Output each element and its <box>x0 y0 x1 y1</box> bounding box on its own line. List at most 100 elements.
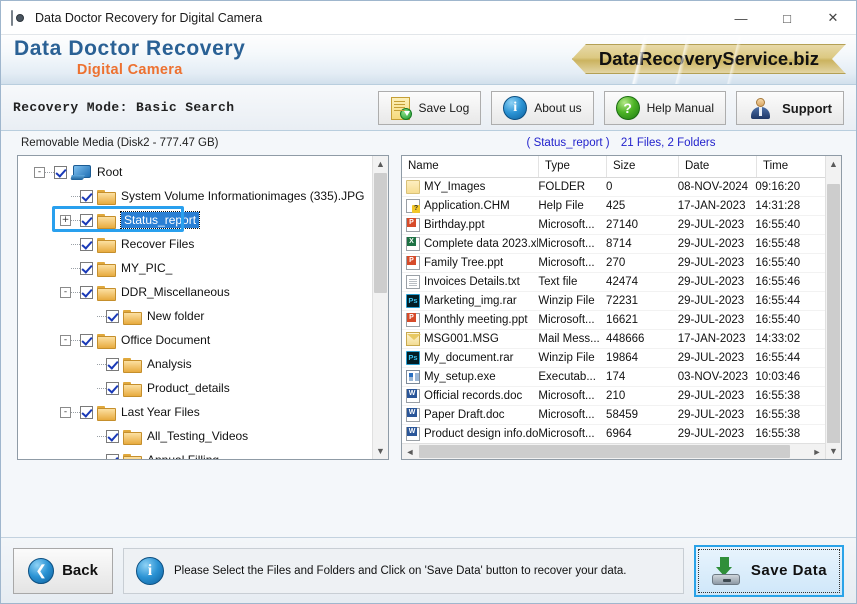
file-time: 16:55:44 <box>755 295 801 307</box>
file-name: MY_Images <box>424 181 486 193</box>
file-type: Executab... <box>538 371 596 383</box>
file-date: 29-JUL-2023 <box>677 276 745 288</box>
file-row[interactable]: Family Tree.ppt Microsoft... 270 29-JUL-202… <box>402 254 825 273</box>
minimize-button[interactable]: — <box>718 1 764 35</box>
file-row[interactable]: MY_Images FOLDER 0 08-NOV-2024 09:16:20 <box>402 178 825 197</box>
list-hscroll-thumb[interactable] <box>419 445 790 458</box>
tree-scroll-thumb[interactable] <box>374 173 387 293</box>
tree-item-checkbox[interactable] <box>106 453 119 459</box>
close-button[interactable]: ✕ <box>810 1 856 35</box>
folder-icon <box>97 405 116 421</box>
file-row[interactable]: MSG001.MSG Mail Mess... 448666 17-JAN-2023 1… <box>402 330 825 349</box>
list-scroll-thumb[interactable] <box>827 184 840 452</box>
tree-expand-toggle[interactable]: - <box>34 166 45 178</box>
list-scroll-down-arrow[interactable]: ▼ <box>826 443 841 459</box>
tree-expand-toggle[interactable]: + <box>60 214 71 226</box>
tree-item-label: Annual Filling <box>147 453 219 459</box>
tree-item-checkbox[interactable] <box>106 309 119 323</box>
tree-item-checkbox[interactable] <box>80 237 93 251</box>
column-header-name[interactable]: Name <box>402 156 539 177</box>
tree-item[interactable]: - Root <box>18 160 372 184</box>
tree-item-checkbox[interactable] <box>80 405 93 419</box>
column-header-size[interactable]: Size <box>607 156 679 177</box>
save-data-button[interactable]: Save Data <box>694 544 844 597</box>
file-size: 42474 <box>606 276 639 288</box>
file-row[interactable]: Application.CHM Help File 425 17-JAN-2023 14… <box>402 197 825 216</box>
tree-item[interactable]: - DDR_Miscellaneous <box>18 280 372 304</box>
tree-toggle-placeholder <box>86 383 97 394</box>
list-horizontal-scrollbar[interactable]: ◄ ► <box>402 443 825 459</box>
column-header-date[interactable]: Date <box>679 156 757 177</box>
website-ribbon[interactable]: DataRecoveryService.biz <box>572 44 846 74</box>
tree-vertical-scrollbar[interactable]: ▲ ▼ <box>372 156 388 459</box>
file-row[interactable]: Paper Draft.doc Microsoft... 58459 29-JUL-2… <box>402 406 825 425</box>
tree-item-checkbox[interactable] <box>80 213 93 227</box>
tree-item[interactable]: Product_details <box>18 376 372 400</box>
list-vertical-scrollbar[interactable]: ▲ ▼ <box>825 156 841 459</box>
list-scroll-left-arrow[interactable]: ◄ <box>402 444 418 459</box>
tree-item-checkbox[interactable] <box>80 333 93 347</box>
current-folder-label: ( Status_report ) <box>526 137 610 149</box>
tree-item-checkbox[interactable] <box>54 165 67 179</box>
tree-item-checkbox[interactable] <box>80 261 93 275</box>
tree-item[interactable]: Annual Filling <box>18 448 372 459</box>
file-row[interactable]: Complete data 2023.xlsMicrosoft... 8714 29… <box>402 235 825 254</box>
application-window: Data Doctor Recovery for Digital Camera … <box>0 0 857 604</box>
file-row[interactable]: Ps Marketing_img.rar Winzip File 72231 29-JU… <box>402 292 825 311</box>
maximize-button[interactable]: □ <box>764 1 810 35</box>
tree-item-label: Analysis <box>147 357 192 371</box>
file-size: 8714 <box>606 238 632 250</box>
file-row[interactable]: Ps My_document.rar Winzip File 19864 29-JUL-… <box>402 349 825 368</box>
tree-item[interactable]: Analysis <box>18 352 372 376</box>
tree-toggle-placeholder <box>86 455 97 460</box>
column-header-type[interactable]: Type <box>539 156 607 177</box>
file-list-rows[interactable]: MY_Images FOLDER 0 08-NOV-2024 09:16:20 Appli… <box>402 178 825 443</box>
tree-expand-toggle[interactable]: - <box>60 334 71 346</box>
tree-item-label: MY_PIC_ <box>121 261 173 275</box>
tree-item[interactable]: System Volume Informationimages (335).JP… <box>18 184 372 208</box>
tree-item-label: New folder <box>147 309 205 323</box>
file-name: Product design info.doc <box>424 428 539 440</box>
support-button[interactable]: Support <box>736 91 844 125</box>
back-button[interactable]: ❮ Back <box>13 547 113 594</box>
file-type: Microsoft... <box>538 238 595 250</box>
tree-item-checkbox[interactable] <box>106 357 119 371</box>
recovery-mode-label: Recovery Mode: Basic Search <box>13 100 235 115</box>
list-scroll-up-arrow[interactable]: ▲ <box>826 156 841 172</box>
tree-item-checkbox[interactable] <box>80 189 93 203</box>
file-time: 10:03:46 <box>755 371 801 383</box>
tree-item[interactable]: New folder <box>18 304 372 328</box>
file-row[interactable]: Product design info.docMicrosoft... 6964 2… <box>402 425 825 443</box>
column-header-time[interactable]: Time <box>757 156 827 177</box>
content-area: Removable Media (Disk2 - 777.47 GB) ( St… <box>1 131 856 537</box>
tree-item-label: System Volume Informationimages (335).JP… <box>121 189 365 203</box>
file-list-header[interactable]: Name Type Size Date Time <box>402 156 841 178</box>
folder-tree[interactable]: - Root System Volume Informationimages (33… <box>18 156 372 459</box>
window-controls: — □ ✕ <box>718 1 856 35</box>
tree-item[interactable]: - Last Year Files <box>18 400 372 424</box>
save-log-button[interactable]: Save Log <box>377 91 482 125</box>
file-date: 29-JUL-2023 <box>677 390 745 402</box>
file-row[interactable]: Birthday.ppt Microsoft... 27140 29-JUL-2023… <box>402 216 825 235</box>
tree-item-checkbox[interactable] <box>80 285 93 299</box>
about-us-button[interactable]: i About us <box>491 91 594 125</box>
tree-item-checkbox[interactable] <box>106 381 119 395</box>
tree-expand-toggle[interactable]: - <box>60 286 71 298</box>
help-manual-button[interactable]: ? Help Manual <box>603 91 726 125</box>
brand-banner: Data Doctor Recovery Digital Camera Data… <box>1 35 856 85</box>
file-row[interactable]: Official records.doc Microsoft... 210 29-JU… <box>402 387 825 406</box>
tree-scroll-down-arrow[interactable]: ▼ <box>373 443 388 459</box>
list-scroll-right-arrow[interactable]: ► <box>809 444 825 459</box>
tree-item[interactable]: + Status_report <box>18 208 372 232</box>
tree-item[interactable]: - Office Document <box>18 328 372 352</box>
tree-expand-toggle[interactable]: - <box>60 406 71 418</box>
file-type: FOLDER <box>538 181 586 193</box>
tree-scroll-up-arrow[interactable]: ▲ <box>373 156 388 172</box>
file-row[interactable]: Monthly meeting.ppt Microsoft... 16621 29-J… <box>402 311 825 330</box>
tree-item[interactable]: All_Testing_Videos <box>18 424 372 448</box>
tree-item[interactable]: MY_PIC_ <box>18 256 372 280</box>
file-row[interactable]: Invoices Details.txt Text file 42474 29-JUL… <box>402 273 825 292</box>
file-row[interactable]: My_setup.exe Executab... 174 03-NOV-2023 10:… <box>402 368 825 387</box>
tree-item[interactable]: Recover Files <box>18 232 372 256</box>
tree-item-checkbox[interactable] <box>106 429 119 443</box>
